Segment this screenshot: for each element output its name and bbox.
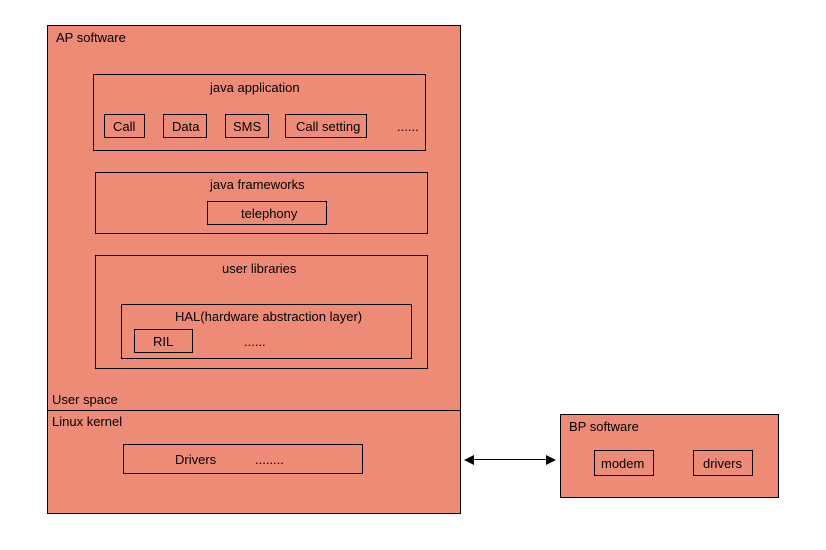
java-frameworks-title: java frameworks: [210, 177, 305, 192]
java-app-item-label: SMS: [233, 119, 261, 134]
telephony-label: telephony: [241, 206, 297, 221]
java-app-item-label: Data: [172, 119, 199, 134]
hal-title: HAL(hardware abstraction layer): [175, 309, 362, 324]
bp-item-label: drivers: [703, 456, 742, 471]
user-space-label: User space: [52, 392, 118, 407]
linux-kernel-label: Linux kernel: [52, 414, 122, 429]
arrow-head-left: [464, 455, 474, 465]
drivers-label: Drivers: [175, 452, 216, 467]
java-app-more: ......: [397, 119, 419, 134]
kernel-divider: [47, 410, 461, 411]
drivers-box: [123, 444, 363, 474]
bp-software-title: BP software: [569, 419, 639, 434]
java-app-item-label: Call setting: [296, 119, 360, 134]
ril-label: RIL: [153, 334, 173, 349]
drivers-more: ........: [255, 452, 284, 467]
java-application-title: java application: [210, 80, 300, 95]
arrow-line: [473, 459, 547, 460]
bp-item-label: modem: [601, 456, 644, 471]
ap-software-label: AP software: [56, 30, 126, 45]
arrow-head-right: [546, 455, 556, 465]
java-app-item-label: Call: [113, 119, 135, 134]
user-libraries-title: user libraries: [222, 261, 296, 276]
hal-more: ......: [244, 334, 266, 349]
